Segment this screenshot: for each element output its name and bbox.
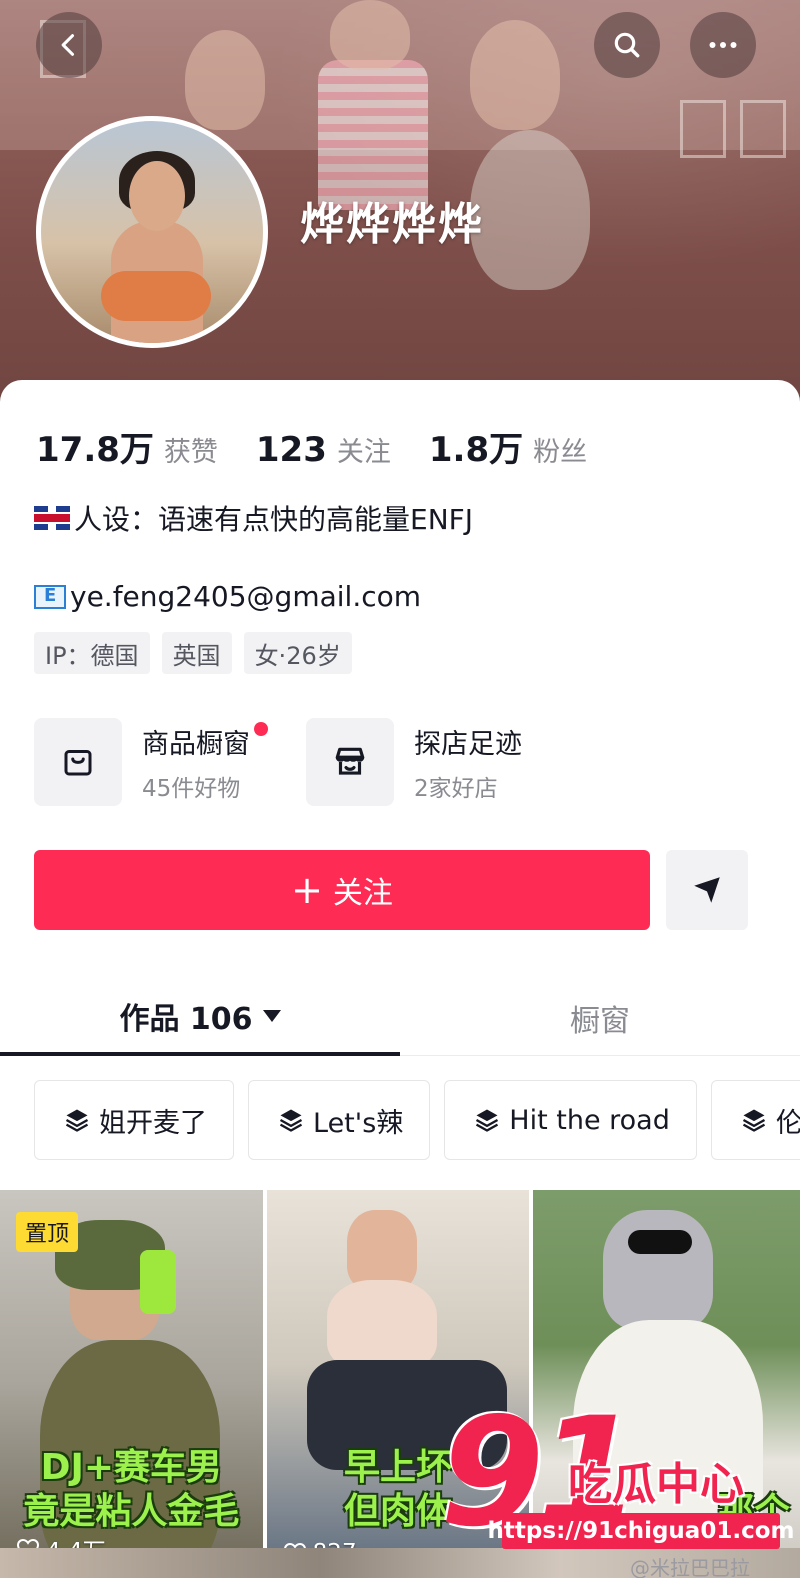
store-visits-count: 2家好店 [414,775,498,802]
store-visits-title: 探店足迹 [414,728,522,760]
cover-child [330,0,410,70]
phone-prop [140,1250,176,1314]
profile-bio: 人设：语速有点快的高能量ENFJ [34,498,473,538]
chevron-left-icon [61,34,75,56]
profile-tags: IP：德国 英国 女·26岁 [34,632,364,674]
tab-showcase[interactable]: 橱窗 [400,980,800,1056]
cover-child [470,130,590,290]
uk-flag-icon [34,506,70,530]
avatar-figure [129,161,185,231]
email-icon [34,584,66,609]
shop-window-text: 商品橱窗 45件好物 [142,721,268,803]
search-button[interactable] [594,12,660,78]
tag-location: 英国 [161,632,232,674]
stat-label: 获赞 [163,437,218,468]
more-button[interactable] [690,12,756,78]
thumbnail-figure [603,1210,714,1330]
shopping-bag-icon [34,718,122,806]
shop-window-title: 商品橱窗 [142,728,250,760]
collection-chip[interactable]: 伦 [710,1080,800,1160]
caret-down-icon [262,1010,281,1022]
thumbnail-figure [326,1280,437,1370]
collection-chip[interactable]: Let's辣 [248,1080,431,1160]
tag-gender-age: 女·26岁 [243,632,352,674]
store-visits-text: 探店足迹 2家好店 [414,722,522,803]
collection-label: Hit the road [509,1104,670,1136]
search-icon [614,32,640,58]
stat-following[interactable]: 123 关注 [256,430,391,470]
more-horizontal-icon [709,42,737,48]
store-visits-entry[interactable]: 探店足迹 2家好店 [306,718,522,806]
sunglasses-prop [628,1230,693,1254]
avatar[interactable] [36,116,268,348]
back-button[interactable] [36,12,102,78]
cover-window [680,100,726,158]
cover-child [185,30,265,130]
collection-chips: 姐开麦了 Let's辣 Hit the road 伦 [34,1080,800,1162]
follow-label: 关注 [332,876,393,911]
collection-label: 姐开麦了 [99,1107,207,1139]
video-caption: DJ+赛车男 竟是粘人金毛 [10,1446,253,1534]
stats-row: 17.8万 获赞 123 关注 1.8万 粉丝 [36,422,625,471]
content-tabs: 作品 106 橱窗 [0,980,800,1056]
collection-label: Let's辣 [313,1107,404,1139]
send-icon [694,877,720,903]
collection-chip[interactable]: 姐开麦了 [34,1080,234,1160]
shop-window-entry[interactable]: 商品橱窗 45件好物 [34,718,268,806]
stat-label: 关注 [336,437,391,468]
stat-likes: 17.8万 获赞 [36,422,218,471]
profile-cover: 烨烨烨烨 [0,0,800,420]
cover-child [470,20,560,130]
store-icon [306,718,394,806]
stat-label: 粉丝 [533,437,588,468]
watermark-logo-text: 吃瓜中心 [568,1459,744,1510]
layers-icon [277,1106,305,1134]
collection-label: 伦 [775,1107,800,1139]
notification-dot [254,721,268,736]
stat-value: 123 [255,430,327,470]
profile-card: 17.8万 获赞 123 关注 1.8万 粉丝 人设：语速有点快的高能量ENFJ… [0,380,800,1578]
action-row: + 关注 [34,850,748,932]
pinned-badge: 置顶 [16,1212,79,1252]
share-button[interactable] [666,850,748,930]
stat-value: 1.8万 [428,430,524,470]
follow-button[interactable]: + 关注 [34,850,650,930]
caption-line: 竟是粘人金毛 [23,1491,240,1532]
tab-works-label: 作品 106 [119,1002,253,1037]
layers-icon [473,1106,501,1134]
watermark-weibo-handle: @米拉巴巴拉 [630,1556,750,1578]
email-text: ye.feng2405@gmail.com [70,580,422,613]
profile-nickname: 烨烨烨烨 [300,199,484,250]
watermark-url: https://91chigua01.com [488,1513,794,1549]
bio-text: 人设：语速有点快的高能量ENFJ [74,503,474,536]
shop-links: 商品橱窗 45件好物 探店足迹 2家好店 [34,718,774,806]
tab-works[interactable]: 作品 106 [0,980,400,1056]
collection-chip[interactable]: Hit the road [444,1080,697,1160]
caption-line: DJ+赛车男 [40,1447,223,1488]
cover-window [740,100,786,158]
shop-window-count: 45件好物 [142,775,241,802]
video-thumbnail[interactable]: 置顶 DJ+赛车男 竟是粘人金毛 4.4万 [0,1190,263,1578]
layers-icon [740,1106,768,1134]
plus-icon: + [291,868,323,912]
profile-email: ye.feng2405@gmail.com [34,580,421,613]
stat-value: 17.8万 [36,430,154,470]
layers-icon [63,1106,91,1134]
thumbnail-figure [346,1210,417,1290]
tab-showcase-label: 橱窗 [570,1004,630,1039]
stat-followers[interactable]: 1.8万 粉丝 [429,422,587,471]
avatar-figure [101,271,211,321]
tag-ip: IP：德国 [34,632,150,674]
